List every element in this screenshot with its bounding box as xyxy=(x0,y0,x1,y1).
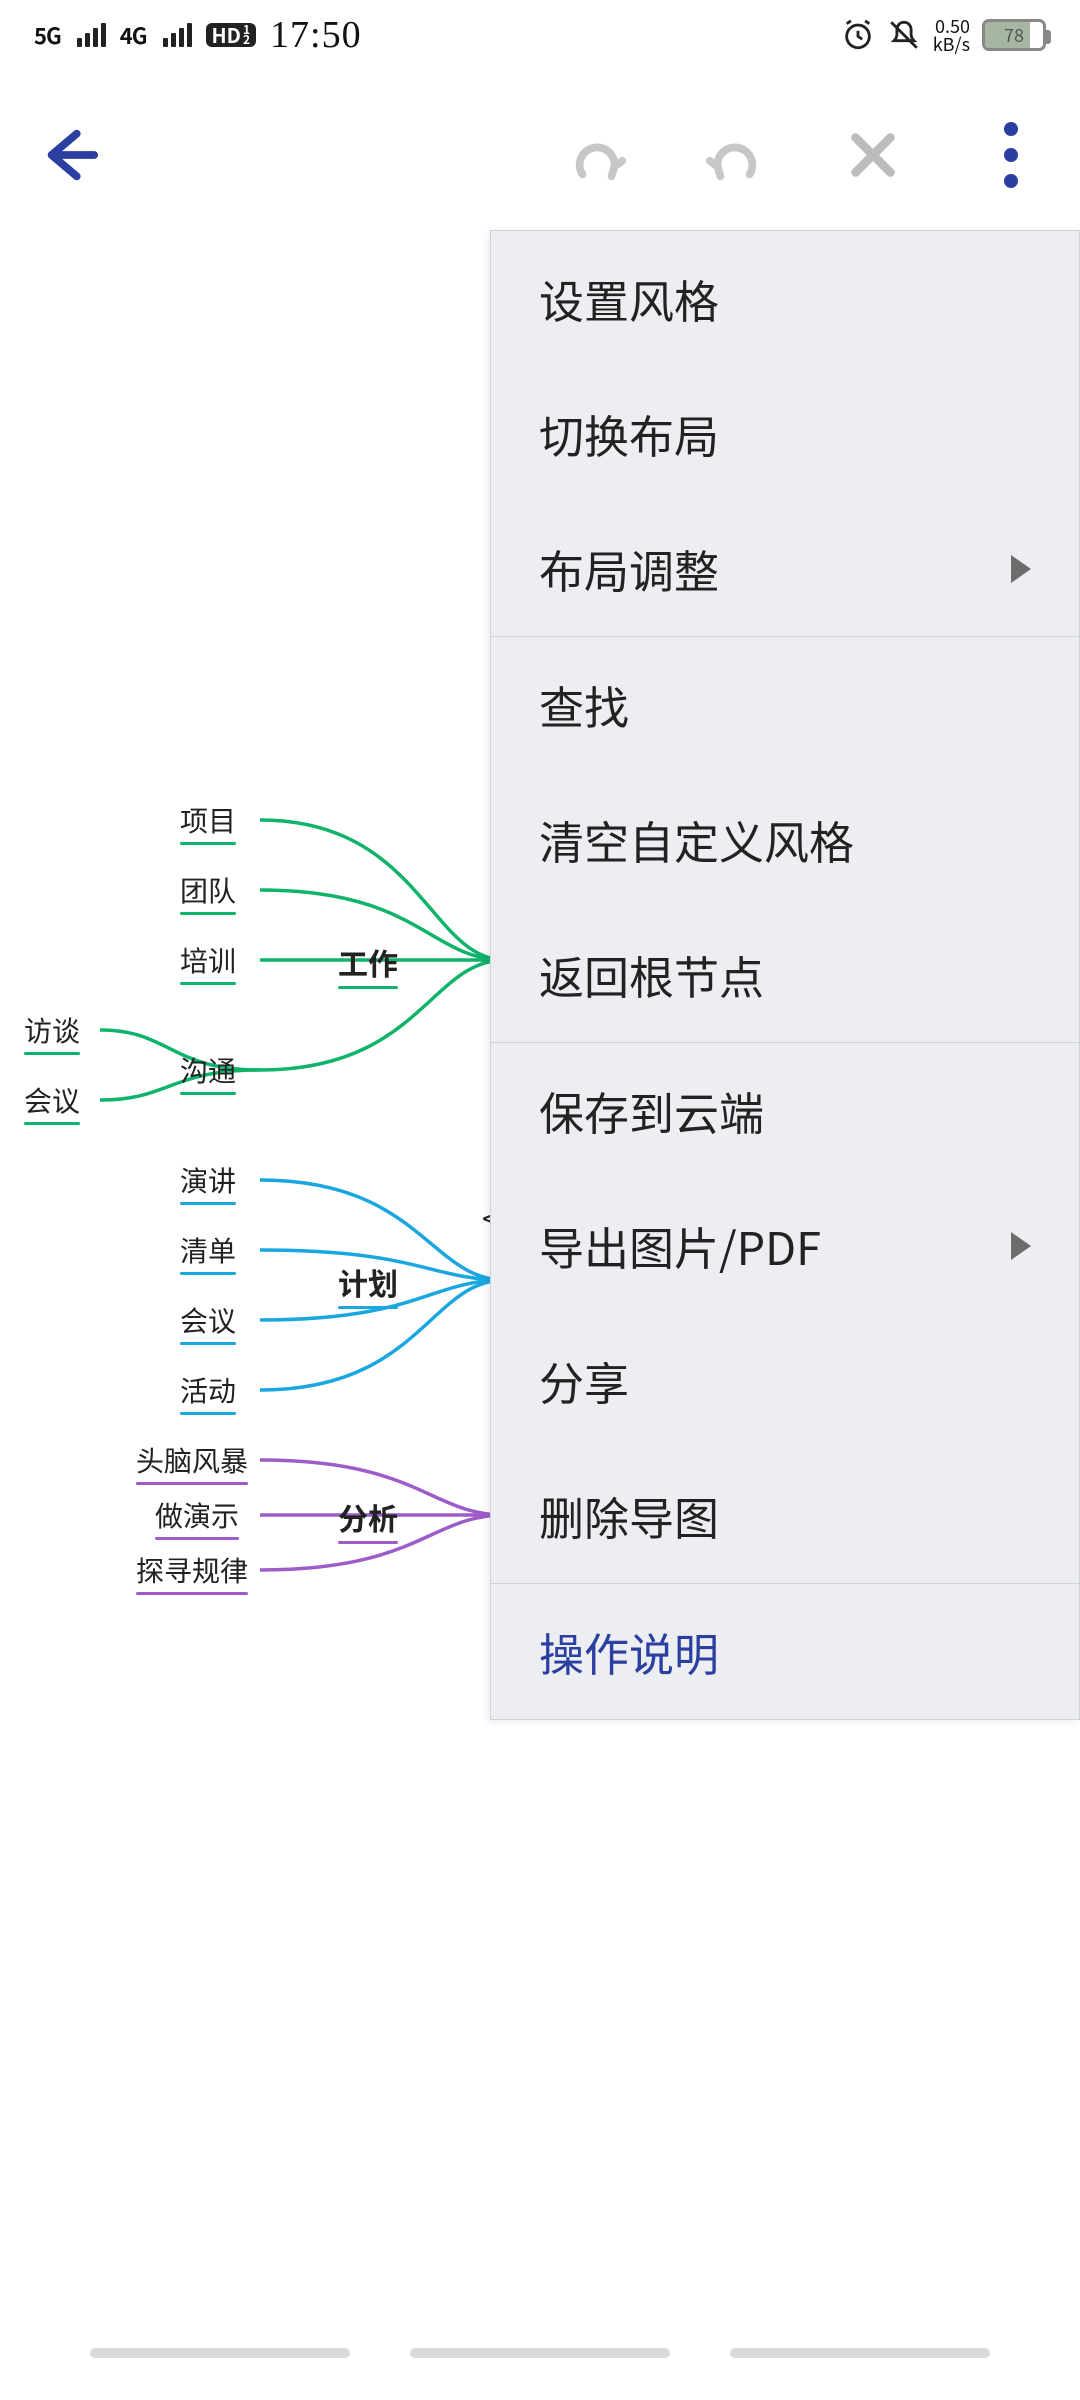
node-meeting2[interactable]: 会议 xyxy=(180,1300,236,1345)
hd-badge: HD 12 xyxy=(206,23,257,47)
menu-export[interactable]: 导出图片/PDF xyxy=(491,1178,1079,1313)
node-training[interactable]: 培训 xyxy=(180,940,236,985)
node-speech[interactable]: 演讲 xyxy=(180,1160,236,1205)
menu-set-style[interactable]: 设置风格 xyxy=(491,231,1079,366)
signal-1-bars xyxy=(77,23,106,47)
branch-work[interactable]: 工作 xyxy=(338,940,398,989)
branch-plan[interactable]: 计划 xyxy=(338,1260,398,1309)
editor-toolbar xyxy=(0,85,1080,225)
sig1-label: 5G xyxy=(34,19,61,51)
more-menu-button[interactable] xyxy=(972,116,1050,194)
menu-find[interactable]: 查找 xyxy=(491,637,1079,772)
status-bar: 5G 4G HD 12 17:50 0.50 kB/s 78 xyxy=(0,0,1080,70)
data-rate: 0.50 kB/s xyxy=(933,17,970,53)
redo-button[interactable] xyxy=(696,116,774,194)
node-team[interactable]: 团队 xyxy=(180,870,236,915)
node-activity[interactable]: 活动 xyxy=(180,1370,236,1415)
signal-2-bars xyxy=(163,23,192,47)
menu-back-to-root[interactable]: 返回根节点 xyxy=(491,907,1079,1042)
node-meeting[interactable]: 会议 xyxy=(24,1080,80,1125)
menu-switch-layout[interactable]: 切换布局 xyxy=(491,366,1079,501)
menu-delete-map[interactable]: 删除导图 xyxy=(491,1448,1079,1583)
menu-share[interactable]: 分享 xyxy=(491,1313,1079,1448)
chevron-right-icon xyxy=(1011,555,1031,583)
menu-clear-style[interactable]: 清空自定义风格 xyxy=(491,772,1079,907)
nav-back-button[interactable] xyxy=(730,2348,990,2358)
node-communication[interactable]: 沟通 xyxy=(180,1050,236,1095)
back-button[interactable] xyxy=(30,116,108,194)
menu-save-cloud[interactable]: 保存到云端 xyxy=(491,1043,1079,1178)
mindmap-connectors xyxy=(0,760,540,1660)
system-nav-bar xyxy=(0,2320,1080,2400)
sig2-label: 4G xyxy=(120,19,147,51)
undo-button[interactable] xyxy=(558,116,636,194)
node-brainstorm[interactable]: 头脑风暴 xyxy=(136,1440,248,1485)
battery-icon: 78 xyxy=(982,19,1046,51)
alarm-icon xyxy=(841,18,875,52)
close-button[interactable] xyxy=(834,116,912,194)
node-interview[interactable]: 访谈 xyxy=(24,1010,80,1055)
status-clock: 17:50 xyxy=(270,13,362,57)
menu-help[interactable]: 操作说明 xyxy=(491,1584,1079,1719)
nav-recent-button[interactable] xyxy=(90,2348,350,2358)
node-demo[interactable]: 做演示 xyxy=(155,1495,239,1540)
nav-home-button[interactable] xyxy=(410,2348,670,2358)
overflow-menu: 设置风格 切换布局 布局调整 查找 清空自定义风格 返回根节点 保存到云端 导出… xyxy=(490,230,1080,1720)
node-list[interactable]: 清单 xyxy=(180,1230,236,1275)
node-project[interactable]: 项目 xyxy=(180,800,236,845)
menu-adjust-layout[interactable]: 布局调整 xyxy=(491,501,1079,636)
branch-analysis[interactable]: 分析 xyxy=(338,1495,398,1544)
chevron-right-icon xyxy=(1011,1232,1031,1260)
mute-icon xyxy=(887,18,921,52)
node-rule[interactable]: 探寻规律 xyxy=(136,1550,248,1595)
